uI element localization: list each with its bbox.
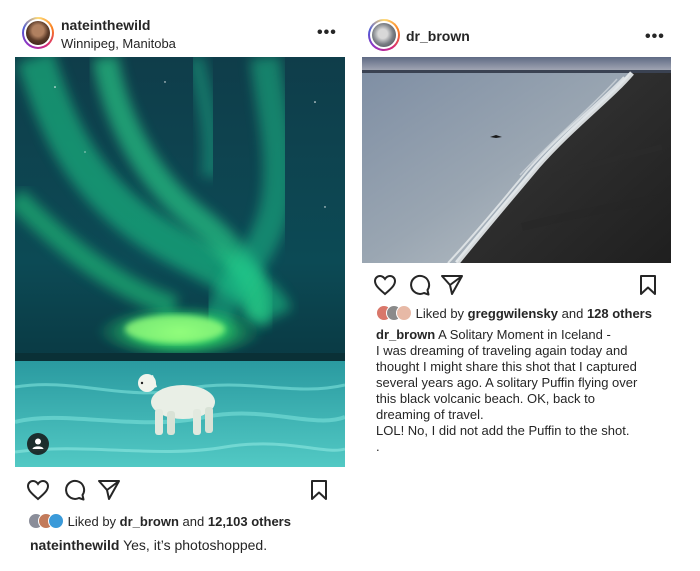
caption-username[interactable]: nateinthewild: [30, 537, 119, 553]
liker-avatars: [28, 513, 64, 529]
heart-icon: [26, 479, 50, 501]
avatar-nateinthewild[interactable]: [22, 17, 54, 49]
person-tag-icon: [32, 438, 44, 449]
comment-button[interactable]: [407, 274, 431, 296]
likes-prefix: Liked by: [67, 514, 117, 529]
post-photo-black-beach[interactable]: [362, 57, 671, 263]
post-dr-brown: dr_brown ••• Liked by greggwilensky and …: [362, 0, 700, 571]
likes-count[interactable]: 12,103 others: [208, 514, 291, 529]
caption-first-line: dr_brown A Solitary Moment in Iceland -: [376, 327, 637, 343]
caption-line: LOL! No, I did not add the Puffin to the…: [376, 423, 630, 438]
comment-icon: [65, 479, 86, 501]
save-button[interactable]: [310, 479, 328, 501]
comment-icon: [410, 274, 431, 296]
caption-line: .: [376, 439, 380, 454]
more-options-button[interactable]: •••: [317, 24, 337, 42]
share-button[interactable]: [97, 479, 121, 501]
liker-avatar: [396, 305, 412, 321]
caption-username[interactable]: dr_brown: [376, 327, 435, 342]
avatar-dr-brown[interactable]: [368, 19, 400, 51]
like-button[interactable]: [26, 479, 50, 501]
post-location[interactable]: Winnipeg, Manitoba: [61, 36, 176, 51]
liker-avatars: [376, 305, 412, 321]
tagged-users-button[interactable]: [27, 433, 49, 455]
caption-line: thought I might share this shot that I c…: [376, 359, 637, 374]
post-caption: nateinthewild Yes, it’s photoshopped.: [30, 537, 267, 553]
heart-icon: [373, 274, 397, 296]
bookmark-icon: [640, 275, 656, 295]
bookmark-icon: [311, 480, 327, 500]
liker-avatar: [48, 513, 64, 529]
post-username[interactable]: nateinthewild: [61, 17, 150, 33]
share-icon: [441, 275, 463, 295]
avatar-photo: [26, 21, 50, 45]
likes-count[interactable]: 128 others: [587, 306, 652, 321]
likes-prefix: Liked by: [415, 306, 465, 321]
post-username[interactable]: dr_brown: [406, 28, 470, 44]
likes-summary[interactable]: Liked by greggwilensky and 128 others: [376, 305, 652, 321]
aurora-scene: [15, 57, 345, 467]
save-button[interactable]: [639, 274, 657, 296]
caption-line: several years ago. A solitary Puffin fly…: [376, 375, 638, 390]
like-button[interactable]: [373, 274, 397, 296]
likes-joiner: and: [561, 306, 584, 321]
likes-joiner: and: [182, 514, 205, 529]
liker-username[interactable]: greggwilensky: [468, 306, 558, 321]
avatar-photo: [372, 23, 396, 47]
share-button[interactable]: [440, 274, 464, 296]
more-options-button[interactable]: •••: [645, 28, 665, 46]
caption-line: dreaming of travel.: [376, 407, 484, 422]
comment-button[interactable]: [62, 479, 86, 501]
beach-scene: [362, 57, 671, 263]
likes-summary[interactable]: Liked by dr_brown and 12,103 others: [28, 513, 291, 529]
caption-text: Yes, it’s photoshopped.: [123, 537, 268, 553]
caption-line: I was dreaming of traveling again today …: [376, 343, 628, 358]
liker-username[interactable]: dr_brown: [120, 514, 179, 529]
share-icon: [98, 480, 120, 500]
post-nateinthewild: nateinthewild Winnipeg, Manitoba ••• Lik…: [0, 0, 350, 571]
caption-title: A Solitary Moment in Iceland -: [438, 327, 611, 342]
caption-line: this black volcanic beach. OK, back to: [376, 391, 595, 406]
post-photo-aurora-polar-bear[interactable]: [15, 57, 345, 467]
post-caption: dr_brown A Solitary Moment in Iceland - …: [376, 327, 637, 455]
